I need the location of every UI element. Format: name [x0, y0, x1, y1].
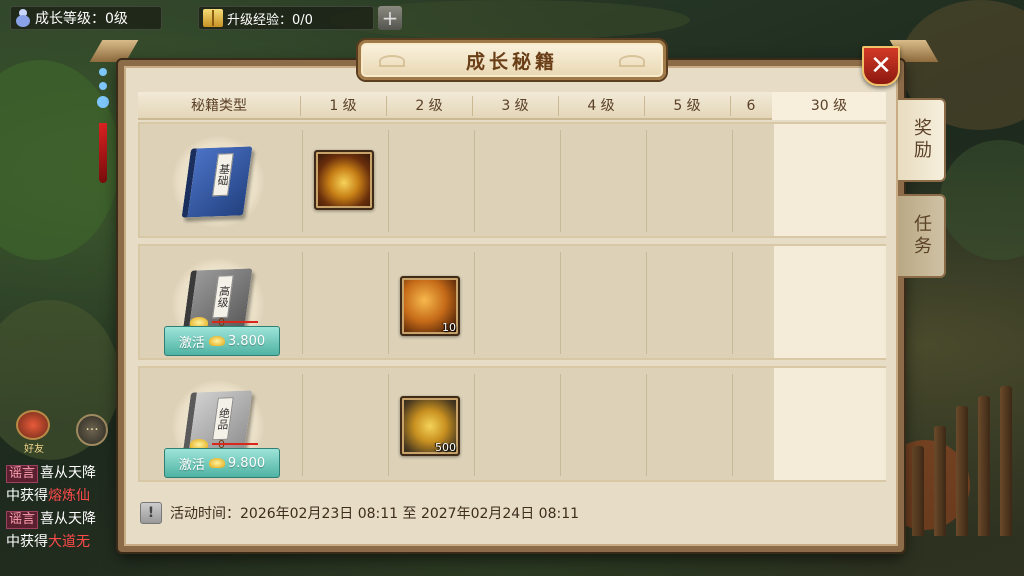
tab-tasks[interactable]: 任务	[898, 194, 946, 278]
jade-pendant-decoration	[96, 68, 110, 186]
header-level-30: 30 级	[810, 98, 848, 114]
tab-rewards[interactable]: 奖励	[898, 98, 946, 182]
growth-level-display: 成长等级：0级	[10, 6, 162, 30]
chat-feed[interactable]: 谣言 喜从天降 中获得熔炼仙 谣言 喜从天降 中获得大道无	[6, 462, 126, 554]
item-quantity: 10	[442, 321, 456, 334]
upgrade-exp-display: 升级经验：0/0	[198, 6, 374, 30]
activate-supreme-button[interactable]: 激活 9.800	[164, 448, 280, 478]
dialog-title-plate: 成长秘籍	[358, 40, 666, 80]
tab-rewards-label: 奖励	[911, 118, 932, 162]
activity-time-text: 活动时间：2026年02月23日 08:11 至 2027年02月24日 08:…	[170, 506, 580, 522]
chat-line: 谣言 喜从天降	[6, 508, 126, 531]
header-level-5: 5 级	[673, 98, 701, 114]
activate-advanced-button[interactable]: 激活 3.800	[164, 326, 280, 356]
friends-icon	[16, 410, 50, 440]
gold-medal-icon[interactable]: 500	[400, 396, 460, 456]
close-button[interactable]: ✕	[862, 46, 900, 86]
chat-line: 中获得大道无	[6, 534, 90, 550]
dialog-title: 成长秘籍	[465, 50, 558, 73]
activity-time-bar: ! 活动时间：2026年02月23日 08:11 至 2027年02月24日 0…	[140, 500, 579, 526]
basic-manual[interactable]: 基础	[164, 132, 276, 230]
wooden-fence	[904, 386, 1024, 536]
header-level-6: 6	[746, 98, 756, 114]
gold-ingot-icon	[208, 336, 225, 346]
header-level-1: 1 级	[329, 98, 357, 114]
header-type: 秘籍类型	[191, 98, 247, 114]
add-exp-button[interactable]: +	[378, 6, 402, 30]
gourd-icon	[15, 9, 31, 27]
basic-book-icon: 基础	[181, 146, 253, 218]
growth-level-text: 成长等级：0级	[35, 11, 128, 27]
exp-book-icon	[203, 9, 223, 27]
gold-orb-icon[interactable]: 10	[400, 276, 460, 336]
exclamation-icon: !	[140, 502, 162, 524]
table-row-advanced: 高级 0 激活 3.800 10	[138, 244, 886, 360]
header-level-3: 3 级	[501, 98, 529, 114]
chat-tag: 谣言	[6, 511, 39, 529]
treasure-chest-icon[interactable]	[314, 150, 374, 210]
table-row-supreme: 绝品 0 激活 9.800 500	[138, 366, 886, 482]
growth-rewards-table[interactable]: 秘籍类型 1 级 2 级 3 级 4 级 5 级 6 30 级 基础 高级 激活…	[138, 92, 886, 482]
upgrade-exp-text: 升级经验：0/0	[227, 12, 313, 28]
chat-tag: 谣言	[6, 465, 39, 483]
header-level-4: 4 级	[587, 98, 615, 114]
chat-line: 中获得熔炼仙	[6, 488, 90, 504]
tab-tasks-label: 任务	[911, 214, 932, 258]
friends-button[interactable]: 好友	[16, 410, 52, 455]
table-row-basic: 基础	[138, 122, 886, 238]
gold-ingot-icon	[208, 458, 225, 468]
chat-bubble-button[interactable]: ···	[76, 414, 108, 446]
item-quantity: 500	[435, 441, 456, 454]
table-header: 秘籍类型 1 级 2 级 3 级 4 级 5 级 6 30 级	[138, 92, 886, 120]
friends-label: 好友	[24, 444, 44, 455]
header-level-2: 2 级	[415, 98, 443, 114]
chat-line: 谣言 喜从天降	[6, 462, 126, 485]
